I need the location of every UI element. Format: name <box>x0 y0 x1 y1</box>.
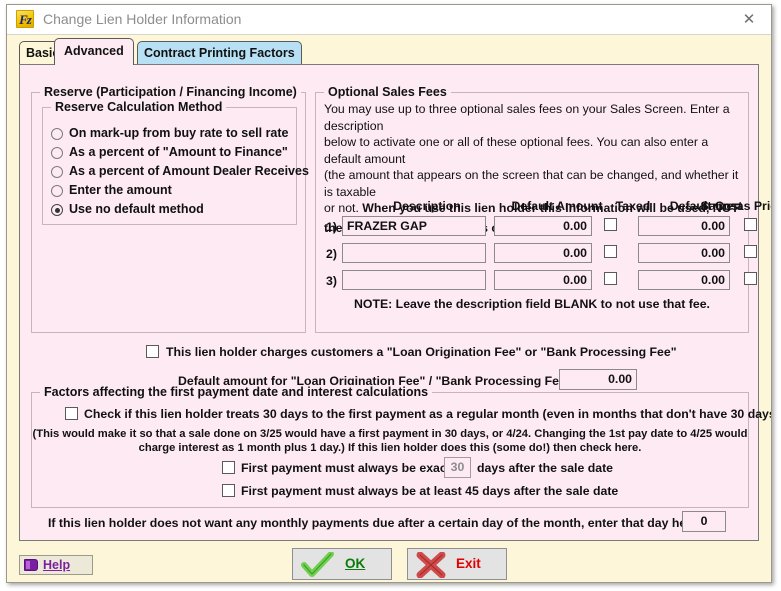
cross-icon <box>416 552 446 578</box>
radio-dot <box>51 128 63 140</box>
loan-origination-fee-label: This lien holder charges customers a "Lo… <box>166 345 677 359</box>
optional-fees-legend: Optional Sales Fees <box>324 85 451 99</box>
payment-cutoff-day-label: If this lien holder does not want any mo… <box>48 516 702 530</box>
reserve-calculation-method-group: Reserve Calculation Method On mark-up fr… <box>42 100 309 225</box>
desc-line-2: below to activate one or all of these op… <box>324 135 709 166</box>
col-header-default-amount: Default Amount <box>511 199 603 213</box>
radio-label: On mark-up from buy rate to sell rate <box>69 126 289 140</box>
title-bar: Fz Change Lien Holder Information ✕ <box>7 5 771 35</box>
at-least-45-days-label: First payment must always be at least 45… <box>241 484 619 498</box>
fee-taxed-checkbox-3[interactable] <box>604 272 617 285</box>
exit-button[interactable]: Exit <box>407 548 507 580</box>
radio-dot-selected <box>51 204 63 216</box>
default-origination-amount-input[interactable]: 0.00 <box>559 369 637 390</box>
radio-label: As a percent of Amount Dealer Receives <box>69 164 309 178</box>
radio-label: Use no default method <box>69 202 204 216</box>
optional-sales-fees-group: Optional Sales Fees You may use up to th… <box>315 85 771 333</box>
at-least-45-days-checkbox[interactable] <box>222 484 235 497</box>
reserve-group-legend: Reserve (Participation / Financing Incom… <box>40 85 301 99</box>
book-icon <box>24 559 38 571</box>
fee-taxed-checkbox-2[interactable] <box>604 245 617 258</box>
fee-row-number: 3) <box>326 274 337 288</box>
fee-default-amount-input-2[interactable]: 0.00 <box>494 243 592 263</box>
fee-default-cost-input-1[interactable]: 0.00 <box>638 216 730 236</box>
payment-factors-legend: Factors affecting the first payment date… <box>40 385 433 399</box>
fee-description-input-2[interactable] <box>342 243 486 263</box>
fee-default-amount-input-1[interactable]: 0.00 <box>494 216 592 236</box>
payment-cutoff-day-input[interactable]: 0 <box>682 511 726 532</box>
reserve-method-legend: Reserve Calculation Method <box>51 100 227 114</box>
col-header-same-as-price: Same as Price? <box>700 199 771 213</box>
fee-same-as-price-checkbox-2[interactable] <box>744 245 757 258</box>
fee-row-number: 1) <box>326 220 337 234</box>
exactly-days-label-pre: First payment must always be exactly <box>241 461 462 475</box>
regular-month-label: Check if this lien holder treats 30 days… <box>84 407 772 421</box>
close-icon[interactable]: ✕ <box>729 6 769 33</box>
fee-row-number: 2) <box>326 247 337 261</box>
ok-button-label: OK <box>345 556 366 571</box>
window-title: Change Lien Holder Information <box>43 11 242 27</box>
dialog-window: Fz Change Lien Holder Information ✕ Basi… <box>6 4 772 583</box>
regular-month-explanation-line-2: charge interest as 1 month plus 1 day.) … <box>138 442 642 454</box>
desc-line-3: (the amount that appears on the screen t… <box>324 168 739 199</box>
app-logo-text: Fz <box>19 12 32 27</box>
exactly-days-input[interactable]: 30 <box>444 457 471 478</box>
fee-default-cost-input-2[interactable]: 0.00 <box>638 243 730 263</box>
fee-taxed-checkbox-1[interactable] <box>604 218 617 231</box>
exactly-days-checkbox[interactable] <box>222 461 235 474</box>
tab-advanced[interactable]: Advanced <box>54 38 134 65</box>
fee-default-amount-input-3[interactable]: 0.00 <box>494 270 592 290</box>
regular-month-checkbox[interactable] <box>65 407 78 420</box>
advanced-tab-panel: Reserve (Participation / Financing Incom… <box>19 64 771 541</box>
tab-contract-printing-factors[interactable]: Contract Printing Factors <box>137 41 302 65</box>
loan-origination-fee-checkbox[interactable] <box>146 345 159 358</box>
fee-default-cost-input-3[interactable]: 0.00 <box>638 270 730 290</box>
exit-button-label: Exit <box>456 556 481 571</box>
checkmark-icon <box>301 552 334 577</box>
reserve-group: Reserve (Participation / Financing Incom… <box>31 85 309 333</box>
dialog-footer: Help OK Exit <box>7 541 771 582</box>
ok-button[interactable]: OK <box>292 548 392 580</box>
payment-factors-group: Factors affecting the first payment date… <box>31 385 771 508</box>
fee-description-input-3[interactable] <box>342 270 486 290</box>
fee-same-as-price-checkbox-1[interactable] <box>744 218 757 231</box>
radio-dot <box>51 185 63 197</box>
optional-fees-note: NOTE: Leave the description field BLANK … <box>354 297 710 311</box>
app-logo-icon: Fz <box>16 10 34 28</box>
fee-description-input-1[interactable]: FRAZER GAP <box>342 216 486 236</box>
exactly-days-label-post: days after the sale date <box>477 461 614 475</box>
radio-label: As a percent of "Amount to Finance" <box>69 145 288 159</box>
radio-label: Enter the amount <box>69 183 172 197</box>
help-button-label: Help <box>43 558 71 572</box>
col-header-description: Description <box>393 199 461 213</box>
radio-dot <box>51 147 63 159</box>
help-button[interactable]: Help <box>19 555 93 575</box>
radio-dot <box>51 166 63 178</box>
regular-month-explanation-line-1: (This would make it so that a sale done … <box>32 428 748 440</box>
fee-same-as-price-checkbox-3[interactable] <box>744 272 757 285</box>
desc-line-1: You may use up to three optional sales f… <box>324 102 730 133</box>
tab-strip: Basic Contract Printing Factors Advanced <box>7 35 771 65</box>
